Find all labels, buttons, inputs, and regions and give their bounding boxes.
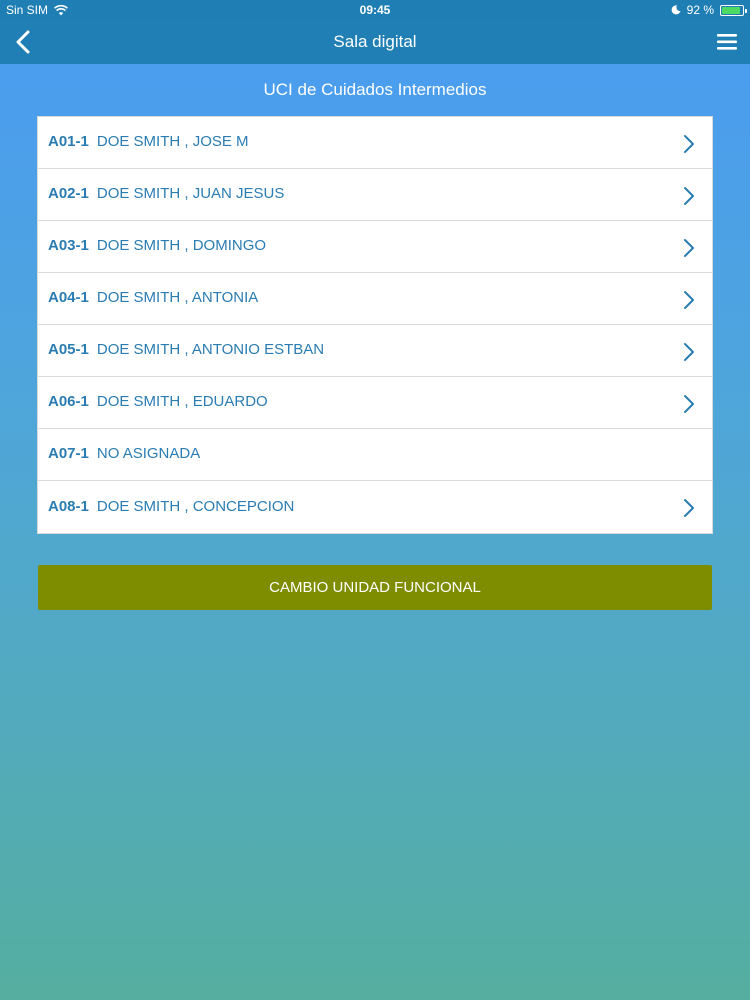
moon-icon bbox=[671, 5, 681, 15]
bed-code: A02-1 bbox=[48, 185, 89, 202]
patient-name: NO ASIGNADA bbox=[96, 445, 201, 462]
bed-code: A07-1 bbox=[48, 445, 89, 462]
bed-row[interactable]: A01-1 DOE SMITH , JOSE M bbox=[38, 117, 712, 169]
battery-level-fill bbox=[722, 6, 741, 14]
patient-name: DOE SMITH , ANTONIA bbox=[96, 289, 259, 306]
status-right: 92 % bbox=[671, 3, 747, 17]
bed-list: A01-1 DOE SMITH , JOSE M A02-1 DOE SMITH , … bbox=[37, 116, 713, 534]
chevron-right-icon bbox=[684, 343, 694, 361]
bed-code: A05-1 bbox=[48, 341, 89, 358]
hamburger-menu-icon bbox=[717, 34, 737, 50]
chevron-right-icon bbox=[684, 499, 694, 517]
battery-percent: 92 % bbox=[686, 3, 714, 17]
bed-code: A04-1 bbox=[48, 289, 89, 306]
status-time: 09:45 bbox=[359, 3, 391, 17]
page-title: Sala digital bbox=[333, 32, 417, 51]
menu-button[interactable] bbox=[714, 28, 742, 56]
battery-icon bbox=[720, 4, 747, 16]
chevron-right-icon bbox=[684, 395, 694, 413]
bed-row[interactable]: A04-1 DOE SMITH , ANTONIA bbox=[38, 273, 712, 325]
bed-row[interactable]: A08-1 DOE SMITH , CONCEPCION bbox=[38, 481, 712, 533]
battery-tip bbox=[745, 8, 747, 13]
patient-name: DOE SMITH , DOMINGO bbox=[96, 237, 267, 254]
patient-name: DOE SMITH , JOSE M bbox=[96, 133, 249, 150]
bed-code: A03-1 bbox=[48, 237, 89, 254]
bed-row[interactable]: A06-1 DOE SMITH , EDUARDO bbox=[38, 377, 712, 429]
bed-row[interactable]: A02-1 DOE SMITH , JUAN JESUS bbox=[38, 169, 712, 221]
chevron-right-icon bbox=[684, 187, 694, 205]
chevron-right-icon bbox=[684, 239, 694, 257]
unit-title: UCI de Cuidados Intermedios bbox=[263, 80, 487, 99]
bed-code: A08-1 bbox=[48, 497, 89, 515]
patient-name: DOE SMITH , EDUARDO bbox=[96, 393, 268, 410]
bed-row[interactable]: A05-1 DOE SMITH , ANTONIO ESTBAN bbox=[38, 325, 712, 377]
patient-name: DOE SMITH , JUAN JESUS bbox=[96, 185, 285, 202]
change-unit-button[interactable]: CAMBIO UNIDAD FUNCIONAL bbox=[38, 565, 712, 610]
bed-code: A06-1 bbox=[48, 393, 89, 410]
bed-row[interactable]: A03-1 DOE SMITH , DOMINGO bbox=[38, 221, 712, 273]
chevron-right-icon bbox=[684, 135, 694, 153]
patient-name: DOE SMITH , ANTONIO ESTBAN bbox=[96, 341, 325, 358]
patient-name: DOE SMITH , CONCEPCION bbox=[96, 497, 295, 515]
chevron-right-icon bbox=[684, 291, 694, 309]
nav-bar: Sala digital bbox=[0, 20, 750, 64]
bed-row: A07-1 NO ASIGNADA bbox=[38, 429, 712, 481]
status-bar: Sin SIM 09:45 92 % bbox=[0, 0, 750, 20]
bed-code: A01-1 bbox=[48, 133, 89, 150]
